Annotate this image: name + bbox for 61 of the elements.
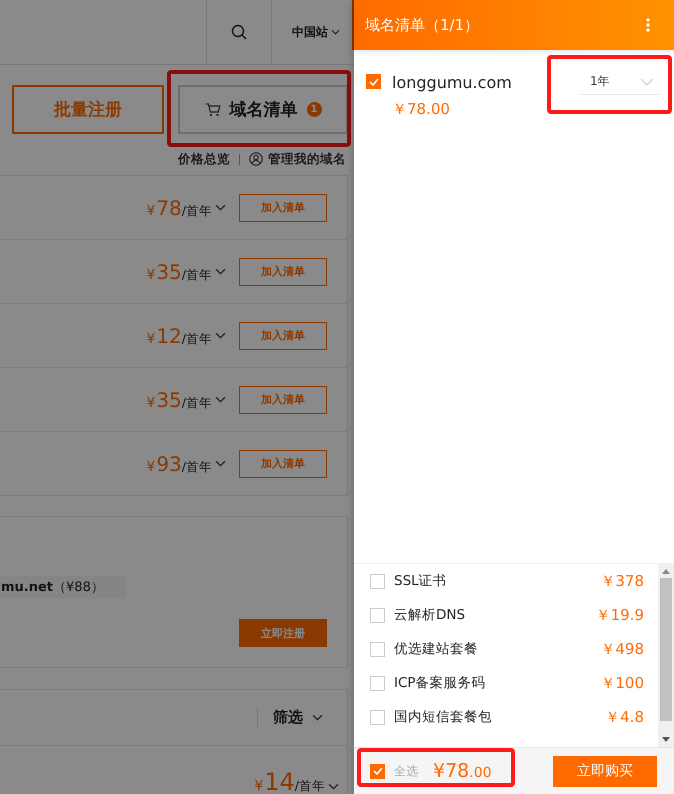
- panel-title: 域名清单（1/1）: [365, 16, 480, 34]
- total-price: ¥78.00: [433, 760, 492, 782]
- service-price: ￥100: [600, 674, 644, 692]
- checkbox[interactable]: [370, 710, 385, 724]
- add-to-list-button[interactable]: 加入清单: [239, 258, 327, 286]
- checkbox[interactable]: [370, 642, 385, 656]
- price-text: ¥14/首年: [254, 768, 325, 794]
- service-price: ￥378: [600, 572, 644, 590]
- buy-now-button[interactable]: 立即购买: [553, 756, 657, 786]
- cart-icon: [204, 102, 220, 116]
- filter-dropdown[interactable]: 筛选: [273, 708, 323, 727]
- chevron-down-icon: [331, 29, 340, 35]
- add-to-list-button[interactable]: 加入清单: [239, 386, 327, 414]
- add-to-list-button[interactable]: 加入清单: [239, 322, 327, 350]
- chevron-down-icon[interactable]: [215, 332, 226, 339]
- service-name: 云解析DNS: [394, 606, 466, 624]
- chevron-down-icon: [640, 78, 654, 86]
- item-price: ￥78.00: [392, 100, 451, 119]
- domain-list-button[interactable]: 域名清单 1: [178, 85, 348, 134]
- scrollbar[interactable]: [658, 564, 674, 747]
- price-text: ¥12/首年: [146, 324, 212, 348]
- service-price: ￥498: [600, 640, 644, 658]
- price-text: ¥93/首年: [146, 452, 212, 476]
- service-price: ￥19.9: [596, 606, 644, 624]
- price-overview-link[interactable]: 价格总览: [178, 150, 230, 168]
- checkbox[interactable]: [370, 608, 385, 622]
- more-icon[interactable]: [646, 18, 650, 32]
- chevron-down-icon: [312, 714, 323, 721]
- chevron-down-icon[interactable]: [215, 460, 226, 467]
- checkbox[interactable]: [370, 676, 385, 690]
- chevron-down-icon[interactable]: [215, 268, 226, 275]
- add-to-list-button[interactable]: 加入清单: [239, 194, 327, 222]
- service-name: 优选建站套餐: [394, 640, 478, 658]
- chevron-down-icon[interactable]: [215, 204, 226, 211]
- search-icon[interactable]: [231, 24, 247, 40]
- check-icon: [368, 78, 378, 86]
- price-text: ¥35/首年: [146, 388, 212, 412]
- price-text: ¥78/首年: [146, 196, 212, 220]
- price-text: ¥35/首年: [146, 260, 212, 284]
- region-dropdown[interactable]: 中国站: [272, 0, 352, 64]
- checkbox[interactable]: [370, 574, 385, 588]
- add-to-list-button[interactable]: 加入清单: [239, 450, 327, 478]
- select-all-label: 全选: [394, 762, 418, 780]
- domain-name: longgumu.com: [392, 73, 512, 92]
- arrow-up-icon[interactable]: [662, 569, 670, 574]
- service-name: SSL证书: [394, 572, 447, 590]
- chevron-down-icon[interactable]: [328, 783, 339, 790]
- chevron-down-icon[interactable]: [215, 396, 226, 403]
- bulk-register-button[interactable]: 批量注册: [12, 85, 164, 134]
- service-name: ICP备案服务码: [394, 674, 486, 692]
- service-price: ￥4.8: [605, 708, 644, 726]
- domain-tag: mu.net（¥88）: [0, 576, 126, 598]
- checkbox[interactable]: [366, 74, 381, 89]
- user-icon: [249, 152, 263, 166]
- manage-domains-link[interactable]: 管理我的域名: [268, 150, 346, 168]
- register-now-button[interactable]: 立即注册: [239, 619, 327, 647]
- check-icon: [372, 767, 382, 775]
- select-all-checkbox[interactable]: [370, 764, 385, 778]
- arrow-down-icon[interactable]: [662, 737, 670, 742]
- service-name: 国内短信套餐包: [394, 708, 492, 726]
- count-badge: 1: [306, 102, 322, 117]
